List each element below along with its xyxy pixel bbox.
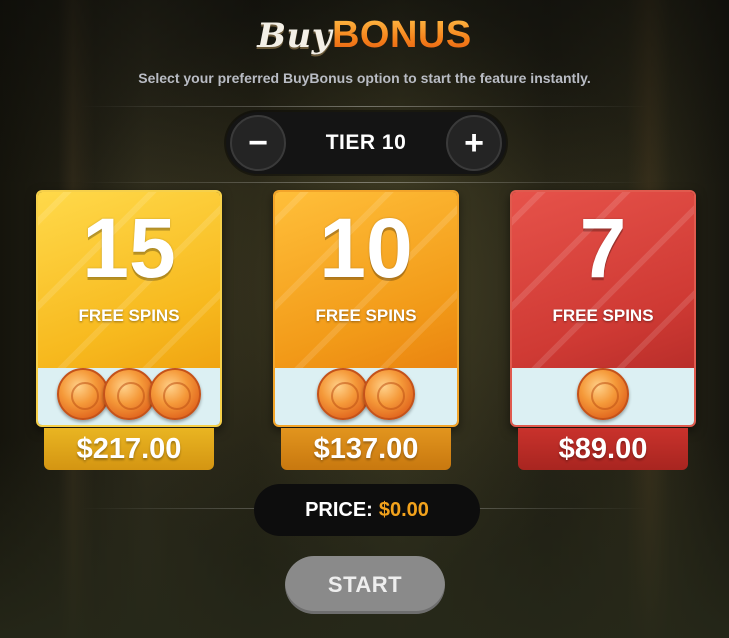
free-spins-count: 15 bbox=[82, 201, 176, 295]
logo-bonus-text: BONUS bbox=[331, 14, 472, 56]
bonus-option-card-7[interactable]: 7 FREE SPINS bbox=[510, 190, 696, 427]
option-price-10[interactable]: $137.00 bbox=[281, 428, 451, 470]
option-price-7[interactable]: $89.00 bbox=[518, 428, 688, 470]
option-price-15[interactable]: $217.00 bbox=[44, 428, 214, 470]
coin-group bbox=[275, 368, 457, 420]
divider-middle bbox=[80, 182, 649, 183]
tier-decrease-button[interactable]: − bbox=[230, 115, 286, 171]
coin-icon bbox=[577, 368, 629, 420]
free-spins-count: 7 bbox=[579, 201, 627, 295]
price-label: PRICE: bbox=[305, 498, 373, 521]
tier-selector: − TIER 10 + bbox=[226, 112, 506, 174]
total-price-display: PRICE: $0.00 bbox=[254, 484, 480, 536]
coin-icon bbox=[363, 368, 415, 420]
divider-top bbox=[80, 106, 649, 107]
coin-group bbox=[38, 368, 220, 420]
start-button[interactable]: START bbox=[285, 556, 445, 614]
buy-bonus-logo: BuyBONUS bbox=[0, 14, 729, 57]
bonus-option-card-10[interactable]: 10 FREE SPINS bbox=[273, 190, 459, 427]
free-spins-label: FREE SPINS bbox=[78, 306, 180, 325]
free-spins-count: 10 bbox=[319, 201, 413, 295]
coin-icon bbox=[317, 368, 369, 420]
logo-buy-text: Buy bbox=[257, 16, 332, 56]
coin-group bbox=[512, 368, 694, 420]
tier-label: TIER 10 bbox=[325, 131, 407, 154]
coin-icon bbox=[57, 368, 109, 420]
bonus-option-card-15[interactable]: 15 FREE SPINS bbox=[36, 190, 222, 427]
price-value: $0.00 bbox=[378, 498, 429, 521]
coin-icon bbox=[103, 368, 155, 420]
coin-icon bbox=[149, 368, 201, 420]
tier-increase-button[interactable]: + bbox=[446, 115, 502, 171]
free-spins-label: FREE SPINS bbox=[315, 306, 417, 325]
instructions-text: Select your preferred BuyBonus option to… bbox=[138, 70, 591, 86]
free-spins-label: FREE SPINS bbox=[552, 306, 654, 325]
